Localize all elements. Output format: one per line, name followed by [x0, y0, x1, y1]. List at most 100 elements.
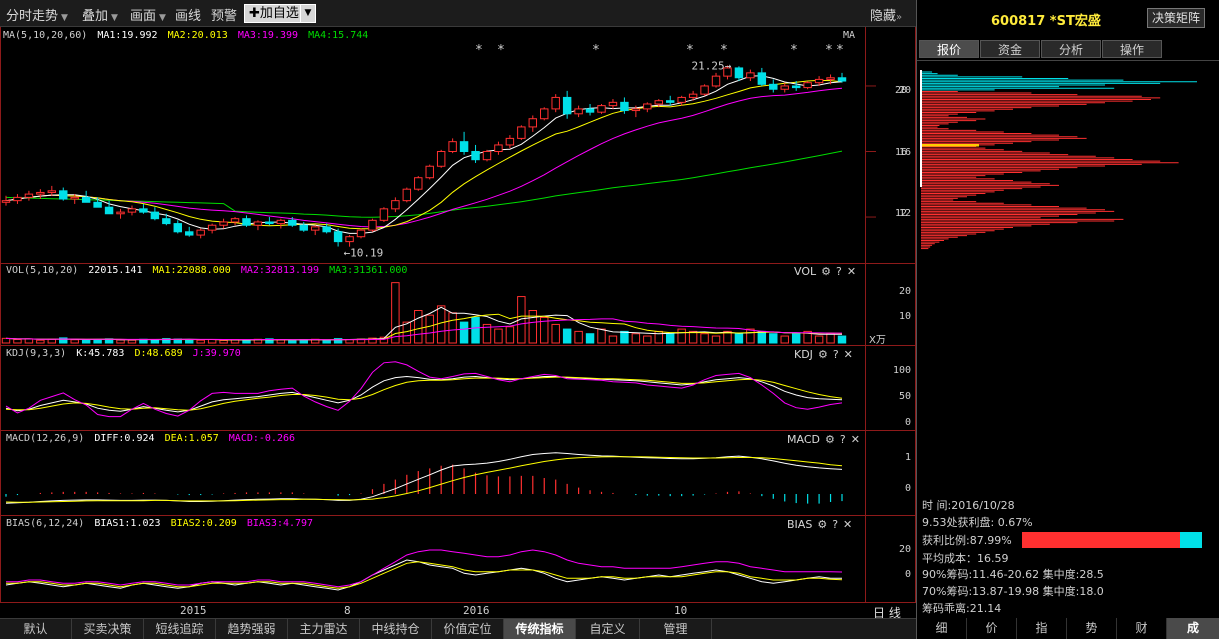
volume-bar	[414, 310, 423, 344]
tab-price[interactable]: 价	[967, 618, 1017, 639]
volume-bar	[585, 333, 595, 344]
volume-bar	[322, 339, 331, 344]
tab-manage[interactable]: 管理	[640, 619, 712, 639]
volume-bar	[402, 321, 412, 344]
star-marker: *	[720, 43, 728, 58]
tab-label: 买卖决策	[83, 622, 132, 636]
tab-buy-sell[interactable]: 买卖决策	[72, 619, 144, 639]
tab-finance[interactable]: 财	[1117, 618, 1167, 639]
candle-body	[333, 231, 343, 243]
volume-bar	[505, 326, 515, 344]
gear-icon[interactable]: ⚙	[825, 433, 835, 446]
candle-body	[769, 83, 778, 90]
star-marker: *	[836, 43, 844, 58]
candle-body	[276, 219, 286, 225]
tab-trend-strength[interactable]: 趋势强弱	[216, 619, 288, 639]
chip90-concentration: 集中度:28.5	[1042, 568, 1104, 581]
bias-tag: BIAS	[787, 518, 813, 531]
candle-body	[436, 151, 446, 167]
candle-body	[551, 96, 560, 110]
candle-body	[585, 108, 595, 113]
divider	[917, 60, 1219, 61]
tab-operation[interactable]: 操作	[1102, 40, 1162, 58]
volume-bar	[242, 339, 251, 344]
tab-index[interactable]: 指	[1017, 618, 1067, 639]
macd-legend: MACD(12,26,9) DIFF:0.924 DEA:1.057 MACD:…	[6, 433, 295, 444]
bias-controls: BIAS ⚙? ✕	[787, 518, 852, 531]
decision-matrix-label: 决策矩阵	[1151, 11, 1200, 25]
profit-at-price: 9.53处获利盘: 0.67%	[922, 516, 1033, 529]
kdj-controls: KDJ ⚙? ✕	[794, 348, 853, 361]
candle-body	[104, 206, 114, 215]
tab-mid-term[interactable]: 中线持仓	[360, 619, 432, 639]
close-icon[interactable]: ✕	[843, 518, 852, 531]
tab-default[interactable]: 默认	[0, 619, 72, 639]
candle-body	[597, 105, 606, 113]
tab-label: 管理	[663, 622, 688, 636]
candle-body	[620, 101, 629, 112]
candle-body	[127, 208, 137, 213]
gear-icon[interactable]: ⚙	[818, 348, 828, 361]
bias-title: BIAS(6,12,24)	[6, 518, 85, 529]
gear-icon[interactable]: ⚙	[817, 518, 827, 531]
candle-body	[1, 200, 11, 203]
tab-quote[interactable]: 报价	[919, 40, 979, 58]
x-label-2015: 2015	[180, 604, 207, 617]
stock-title: 600817 *ST宏盛	[991, 14, 1101, 29]
indicator-tab-bar: 默认 买卖决策 短线追踪 趋势强弱 主力雷达 中线持仓 价值定位 传统指标 自定…	[0, 618, 916, 639]
vol-value: 22015.141	[88, 265, 143, 276]
vol-ma3-value: MA3:31361.000	[329, 265, 408, 276]
candle-body	[734, 67, 744, 79]
volume-bar	[116, 339, 125, 344]
tab-traditional[interactable]: 传统指标	[504, 619, 576, 639]
close-icon[interactable]: ✕	[847, 265, 856, 278]
tab-label: 操作	[1119, 43, 1144, 57]
tab-label: 分析	[1058, 43, 1083, 57]
close-icon[interactable]: ✕	[851, 433, 860, 446]
help-icon[interactable]: ?	[832, 518, 838, 531]
tab-value[interactable]: 价值定位	[432, 619, 504, 639]
candle-body	[230, 218, 240, 223]
help-icon[interactable]: ?	[836, 265, 842, 278]
tab-label: 价值定位	[443, 622, 492, 636]
chip-price-12: 12	[895, 208, 908, 219]
tab-label: 报价	[936, 43, 961, 57]
candle-body	[70, 196, 79, 200]
volume-bar	[288, 339, 297, 344]
candle-body	[379, 208, 389, 221]
help-icon[interactable]: ?	[840, 433, 846, 446]
chip-distribution-panel: 600817 *ST宏盛 决策矩阵 报价 资金 分析 操作 时 间:2016/1…	[916, 0, 1219, 639]
macd-tick-1: 1	[904, 452, 911, 463]
gear-icon[interactable]: ⚙	[821, 265, 831, 278]
tab-chips[interactable]: 成	[1167, 618, 1219, 639]
candle-body	[265, 221, 274, 225]
help-icon[interactable]: ?	[833, 348, 839, 361]
vol-tag: VOL	[794, 265, 817, 278]
volume-bar	[127, 339, 137, 344]
tab-custom[interactable]: 自定义	[576, 619, 640, 639]
tab-analysis[interactable]: 分析	[1041, 40, 1101, 58]
tab-funds[interactable]: 资金	[980, 40, 1040, 58]
tab-short-term[interactable]: 短线追踪	[144, 619, 216, 639]
bias3-line	[6, 549, 843, 588]
volume-bar	[459, 321, 469, 344]
candle-body	[391, 200, 400, 210]
candle-body	[13, 196, 22, 202]
volume-bar	[757, 330, 767, 344]
candle-body	[448, 141, 457, 153]
volume-bar	[688, 330, 698, 344]
close-icon[interactable]: ✕	[844, 348, 853, 361]
candle-body	[196, 229, 205, 236]
volume-bar	[471, 316, 480, 344]
tab-label: 细	[935, 621, 948, 635]
tab-label: 势	[1085, 621, 1098, 635]
ma-tag: MA	[843, 30, 856, 41]
tab-label: 成	[1186, 621, 1199, 635]
volume-bar	[746, 328, 755, 344]
tab-detail[interactable]: 细	[917, 618, 967, 639]
tab-trend[interactable]: 势	[1067, 618, 1117, 639]
volume-bar	[150, 339, 160, 344]
candle-body	[608, 101, 618, 107]
tab-main-force[interactable]: 主力雷达	[288, 619, 360, 639]
decision-matrix-button[interactable]: 决策矩阵	[1147, 8, 1205, 28]
